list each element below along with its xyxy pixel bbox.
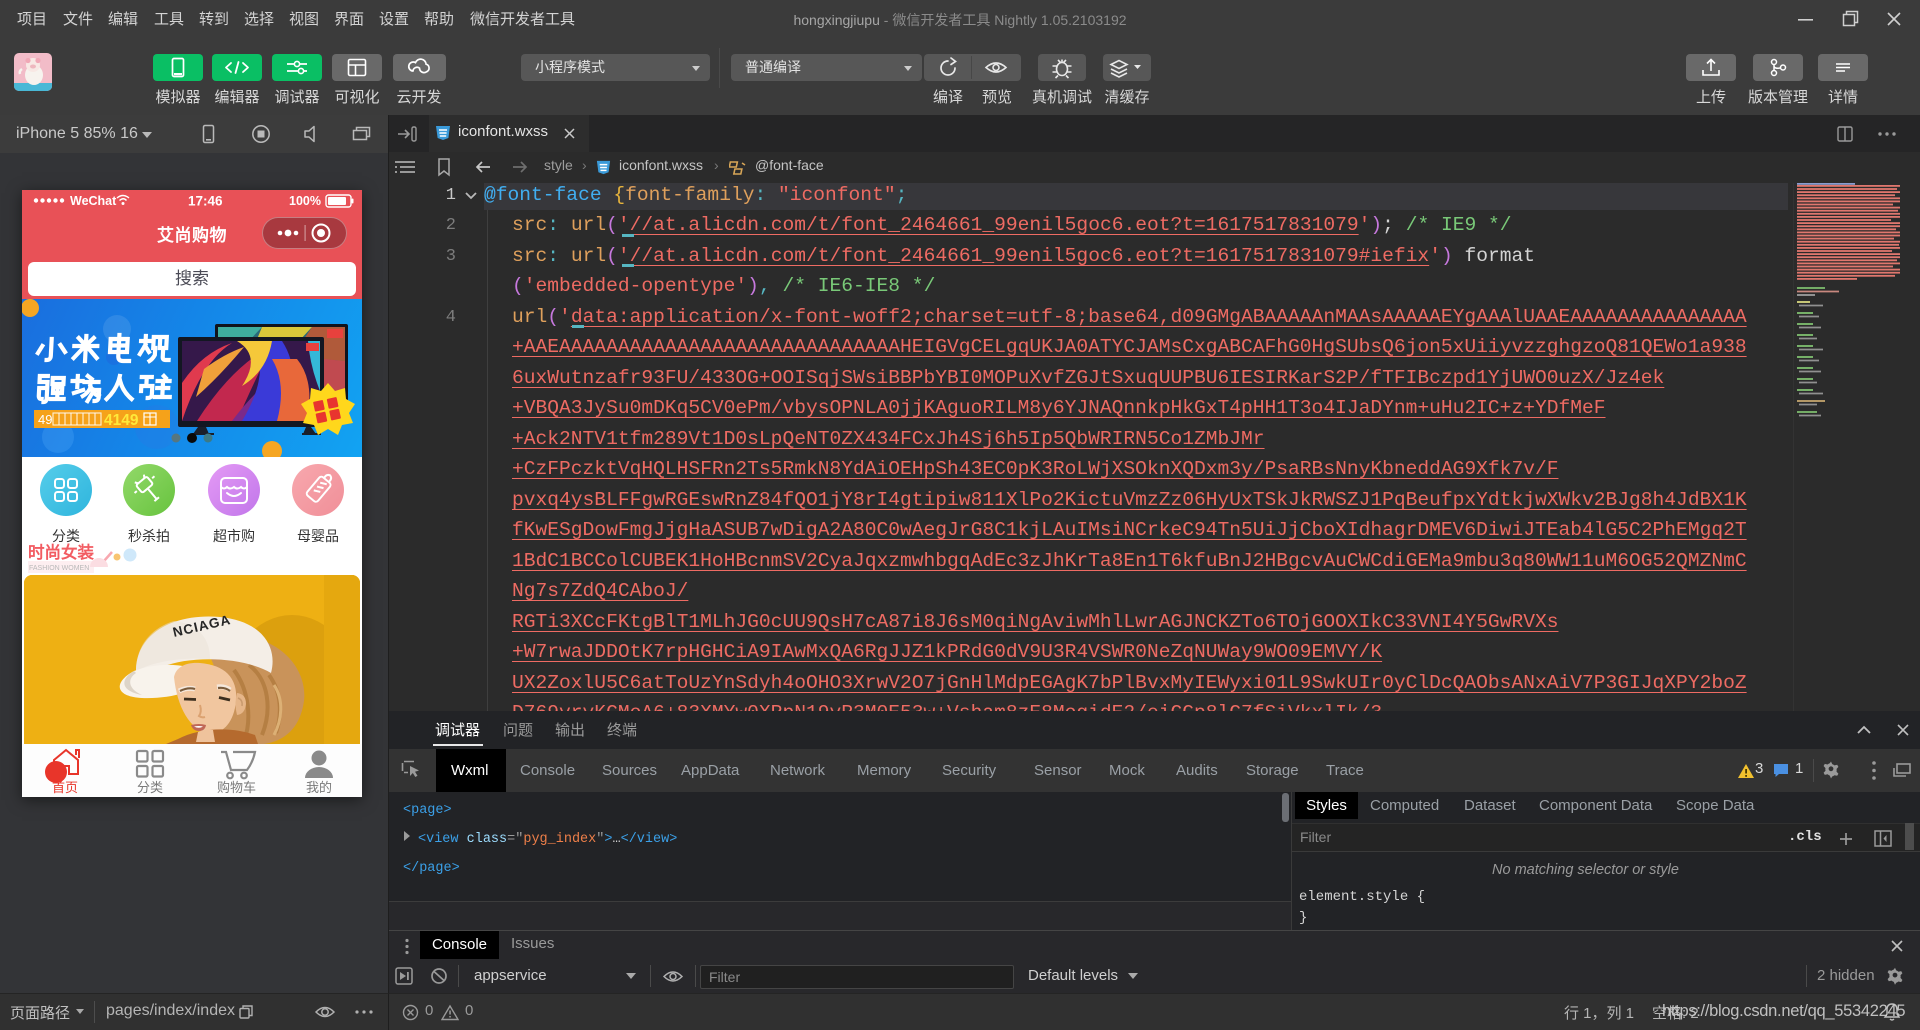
svg-text:分类: 分类 bbox=[52, 528, 80, 544]
svg-text:母婴品: 母婴品 bbox=[297, 528, 339, 544]
svg-text:WeChat: WeChat bbox=[70, 194, 117, 208]
svg-text:购物车: 购物车 bbox=[217, 780, 256, 795]
svg-text:4149: 4149 bbox=[104, 412, 139, 429]
svg-text:100%: 100% bbox=[289, 194, 321, 208]
svg-text:首页: 首页 bbox=[52, 780, 78, 795]
svg-text:我的: 我的 bbox=[306, 780, 332, 795]
svg-text:分类: 分类 bbox=[137, 780, 163, 795]
svg-text:超市购: 超市购 bbox=[213, 528, 255, 544]
svg-text:FASHION WOMEN: FASHION WOMEN bbox=[29, 565, 89, 572]
svg-text:17:46: 17:46 bbox=[188, 194, 223, 209]
svg-text:时尚女装: 时尚女装 bbox=[28, 542, 95, 562]
svg-text:49: 49 bbox=[38, 412, 52, 427]
svg-text:秒杀拍: 秒杀拍 bbox=[128, 528, 170, 544]
